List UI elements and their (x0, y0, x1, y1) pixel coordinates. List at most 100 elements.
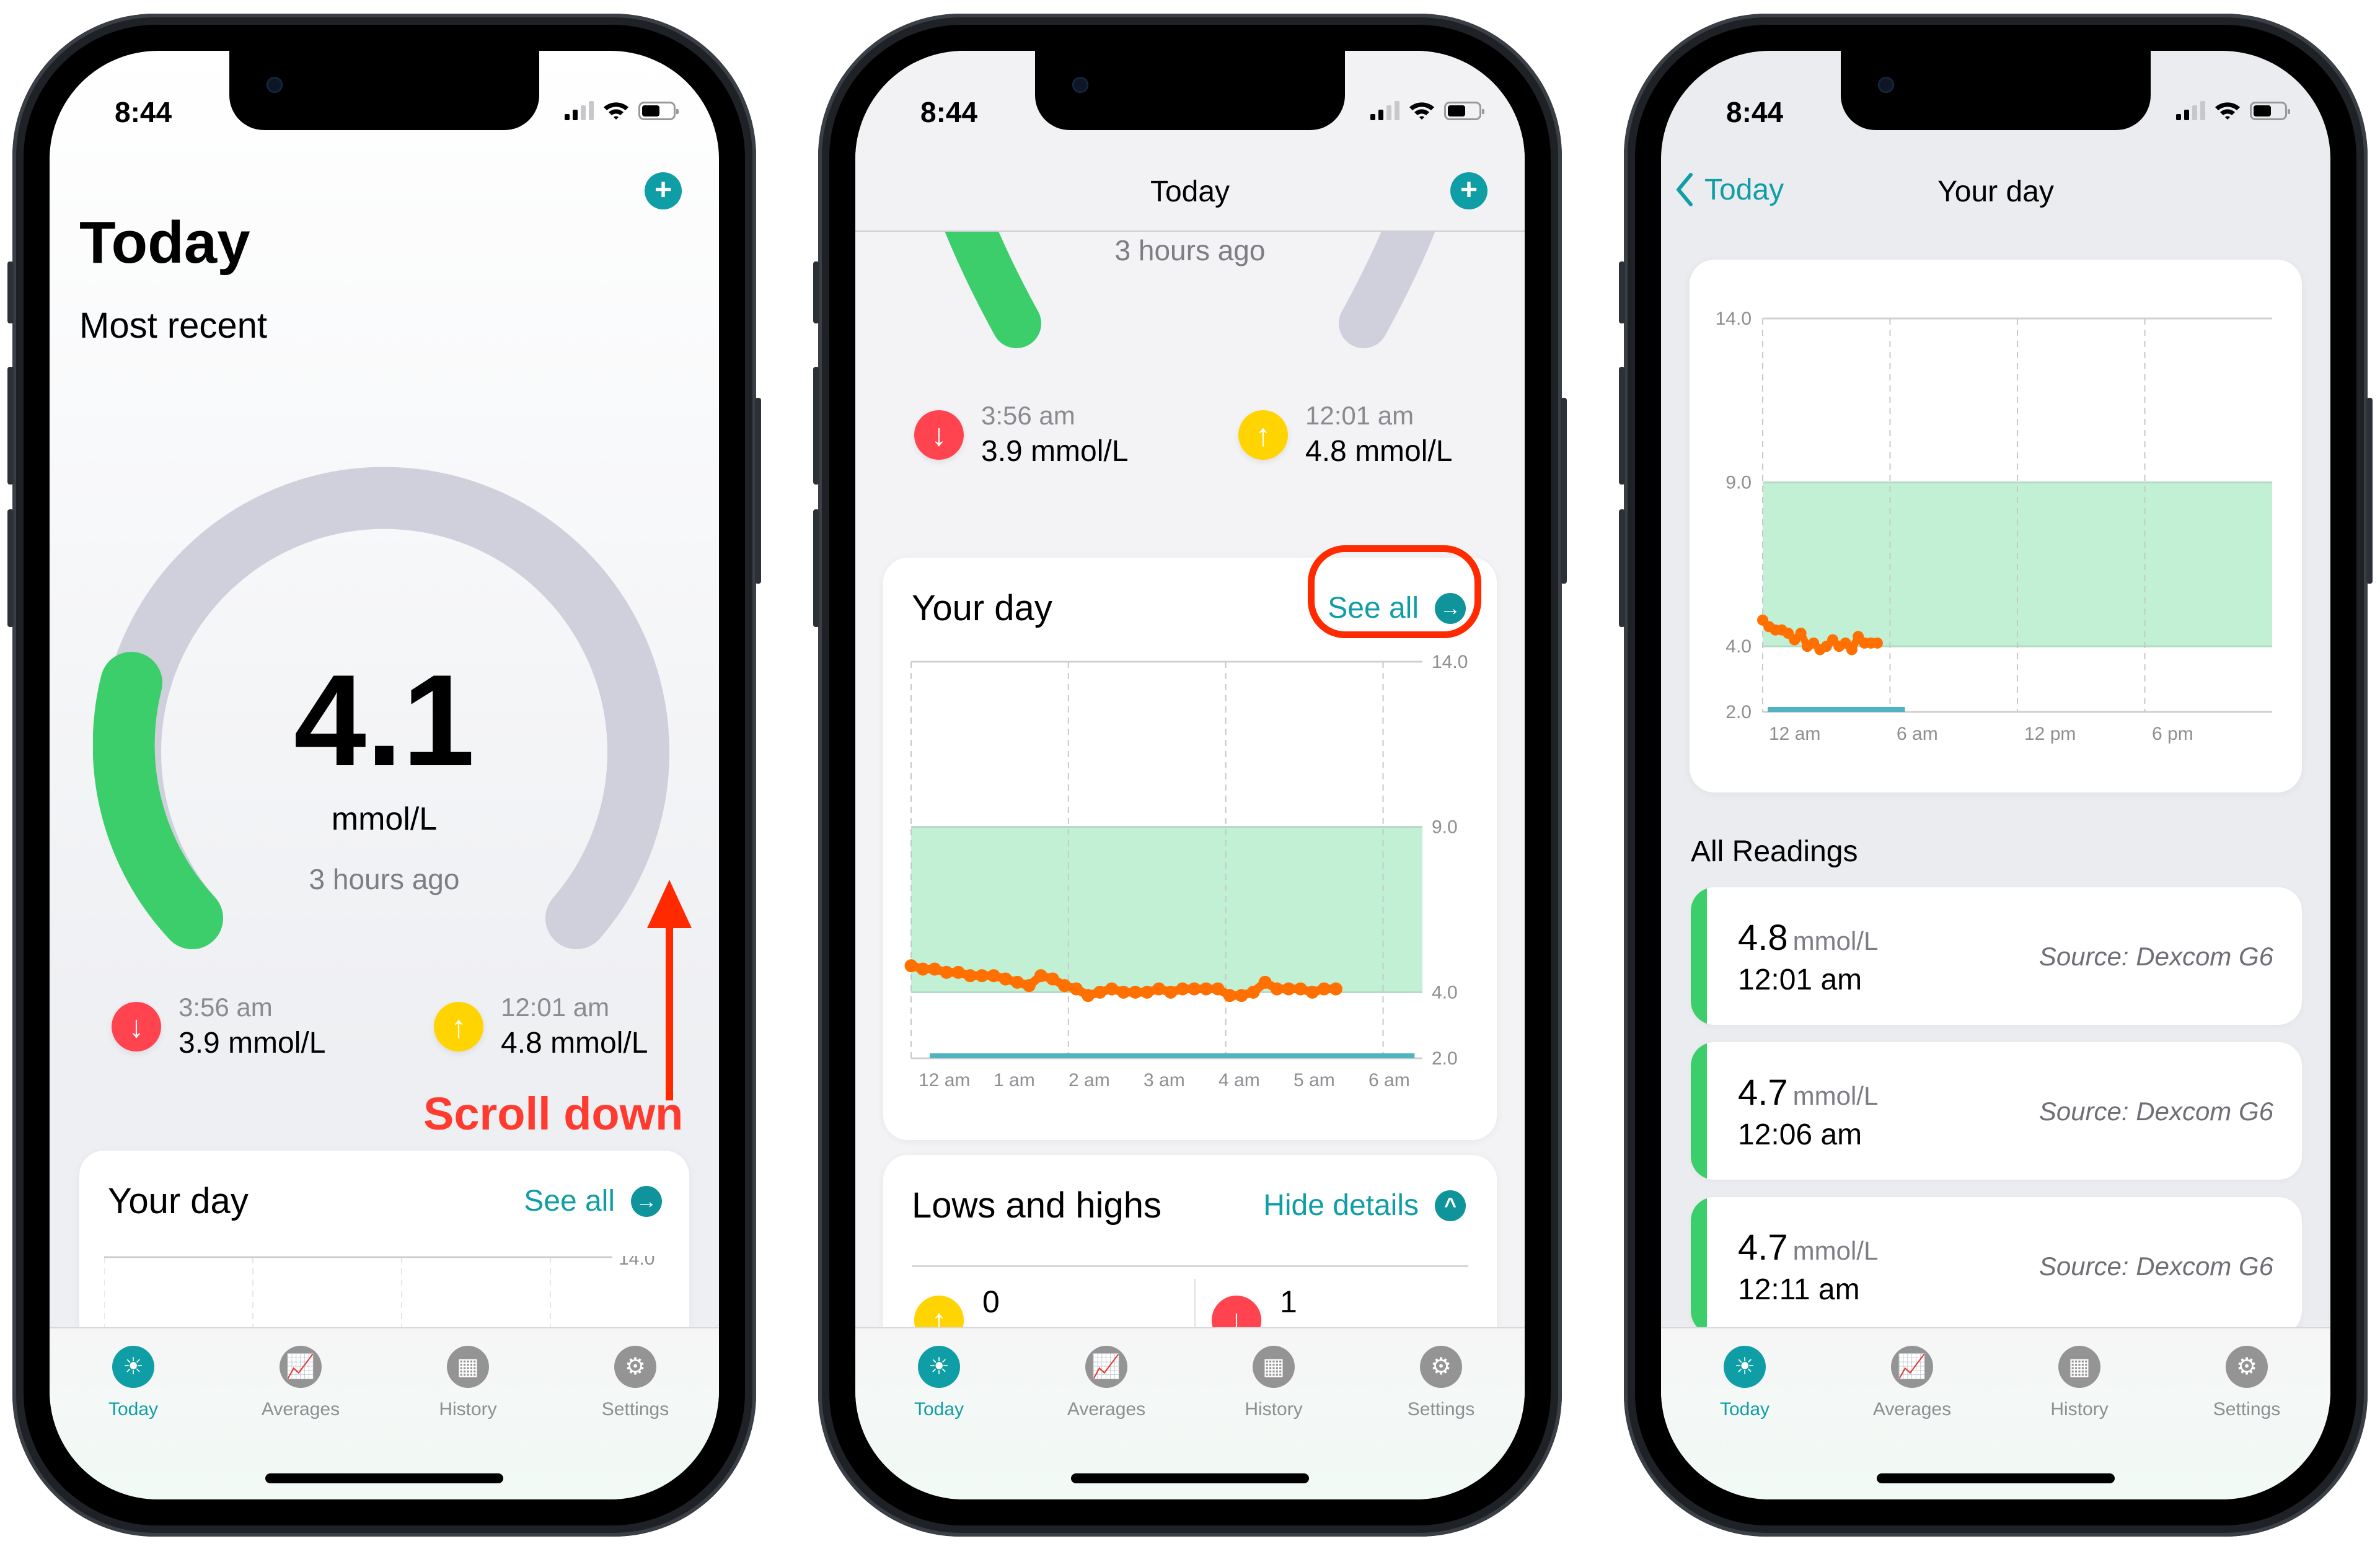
reading-time: 12:06 am (1738, 1118, 1862, 1151)
status-icons (1370, 100, 1484, 120)
glucose-point (1176, 982, 1189, 996)
x-tick-label: 4 am (1219, 1070, 1260, 1090)
tab-label: History (439, 1399, 497, 1420)
glucose-point (1270, 982, 1284, 996)
chart-trend-icon: 📈 (280, 1346, 322, 1388)
screen-today: 8:44 + Today Most recent 4.1 mmol/L 3 ho… (50, 51, 719, 1499)
glucose-point (1199, 982, 1213, 996)
tab-label: History (2050, 1399, 2109, 1420)
sun-icon: ☀ (918, 1346, 960, 1388)
tab-today[interactable]: ☀ Today (1683, 1346, 1807, 1420)
glucose-point (1246, 985, 1260, 999)
glucose-point (1022, 979, 1036, 993)
glucose-point (904, 959, 918, 973)
glucose-point (928, 962, 941, 976)
tab-label: Today (914, 1399, 964, 1420)
in-range-indicator (1691, 887, 1707, 1025)
arrow-up-icon: ↑ (1238, 410, 1288, 460)
y-tick-label: 14.0 (1716, 309, 1752, 329)
glucose-unit: mmol/L (331, 801, 438, 837)
calendar-icon: ▦ (2058, 1346, 2100, 1388)
chevron-up-icon: ^ (1435, 1190, 1466, 1221)
notch (1035, 51, 1345, 130)
glucose-point (951, 965, 965, 979)
reading-row[interactable]: 4.7 mmol/L 12:06 am Source: Dexcom G6 (1691, 1042, 2302, 1180)
calendar-icon: ▦ (1253, 1346, 1295, 1388)
add-reading-button[interactable]: + (1450, 172, 1488, 209)
nav-title: Your day (1937, 175, 2054, 208)
tab-today[interactable]: ☀ Today (877, 1346, 1001, 1420)
tab-settings[interactable]: ⚙ Settings (1379, 1346, 1503, 1420)
tab-label: Settings (1407, 1399, 1475, 1420)
tab-history[interactable]: ▦ History (406, 1346, 530, 1420)
low-value: 3.9 mmol/L (981, 435, 1129, 468)
glucose-point (1317, 982, 1331, 996)
tab-averages[interactable]: 📈 Averages (1044, 1346, 1168, 1420)
reading-age: 3 hours ago (309, 863, 460, 895)
divider (912, 1265, 1468, 1267)
tab-history[interactable]: ▦ History (1212, 1346, 1336, 1420)
status-time: 8:44 (1726, 96, 1784, 128)
highs-count: 0 (982, 1284, 1000, 1319)
arrow-up-icon: ↑ (434, 1001, 483, 1051)
notch (229, 51, 539, 130)
tab-label: Settings (601, 1399, 669, 1420)
tab-today[interactable]: ☀ Today (71, 1346, 195, 1420)
glucose-point (1034, 969, 1047, 983)
glucose-point (1082, 989, 1095, 1003)
glucose-point (1211, 982, 1225, 996)
arrow-down-icon: ↓ (112, 1001, 161, 1051)
x-tick-label: 6 am (1368, 1070, 1410, 1090)
reading-unit: mmol/L (1792, 926, 1879, 955)
lowest-reading: ↓ 3:56 am 3.9 mmol/L (914, 401, 1128, 468)
wifi-icon (602, 100, 630, 120)
wifi-icon (1408, 100, 1435, 120)
tab-averages[interactable]: 📈 Averages (239, 1346, 363, 1420)
card-title: Lows and highs (912, 1185, 1162, 1226)
glucose-point (916, 962, 930, 976)
add-reading-button[interactable]: + (645, 172, 682, 209)
target-range-band (911, 827, 1422, 993)
glucose-point (998, 972, 1012, 986)
full-day-chart: 14.0 9.0 4.0 2.0 12 am 6 am 12 pm 6 pm (1716, 309, 2272, 744)
lowest-reading: ↓ 3:56 am 3.9 mmol/L (112, 993, 325, 1060)
tab-settings[interactable]: ⚙ Settings (2185, 1346, 2309, 1420)
in-range-indicator (1691, 1197, 1707, 1335)
wifi-icon (2214, 100, 2241, 120)
glucose-gauge: 4.1 mmol/L 3 hours ago (92, 435, 676, 980)
glucose-point (1795, 628, 1807, 639)
tab-averages[interactable]: 📈 Averages (1850, 1346, 1974, 1420)
in-range-indicator (1691, 1042, 1707, 1180)
tab-label: Averages (261, 1399, 340, 1420)
phone-frame-2: 8:44 Today + 3 hours ago ↓ 3:56 am 3.9 mm… (813, 14, 1567, 1537)
x-tick-label: 12 am (1769, 724, 1820, 744)
glucose-point (940, 965, 953, 979)
reading-unit: mmol/L (1792, 1236, 1879, 1265)
glucose-point (975, 969, 989, 983)
tab-label: Today (1719, 1399, 1770, 1420)
gear-icon: ⚙ (2226, 1346, 2268, 1388)
reading-value: 4.7 mmol/L (1738, 1073, 1879, 1113)
reading-row[interactable]: 4.8 mmol/L 12:01 am Source: Dexcom G6 (1691, 887, 2302, 1025)
glucose-value: 4.1 (294, 647, 475, 793)
battery-icon (1444, 102, 1484, 120)
x-tick-label: 3 am (1144, 1070, 1185, 1090)
glucose-point (1282, 982, 1295, 996)
cellular-signal-icon (2176, 100, 2205, 120)
tab-settings[interactable]: ⚙ Settings (573, 1346, 697, 1420)
tab-history[interactable]: ▦ History (2017, 1346, 2141, 1420)
all-readings-title: All Readings (1691, 835, 1858, 868)
hide-details-link[interactable]: Hide details ^ (1263, 1188, 1466, 1222)
cellular-signal-icon (1370, 100, 1399, 120)
highest-reading: ↑ 12:01 am 4.8 mmol/L (434, 993, 648, 1060)
reading-row[interactable]: 4.7 mmol/L 12:11 am Source: Dexcom G6 (1691, 1197, 2302, 1335)
y-tick-label: 4.0 (1432, 982, 1458, 1003)
y-tick-label: 14.0 (619, 1256, 654, 1269)
calendar-icon: ▦ (447, 1346, 489, 1388)
arrow-right-circle-icon: → (631, 1185, 662, 1217)
tab-label: Settings (2213, 1399, 2281, 1420)
tab-label: History (1245, 1399, 1303, 1420)
see-all-link[interactable]: See all → (524, 1184, 662, 1218)
glucose-point (1223, 989, 1236, 1003)
tab-label: Averages (1872, 1399, 1952, 1420)
